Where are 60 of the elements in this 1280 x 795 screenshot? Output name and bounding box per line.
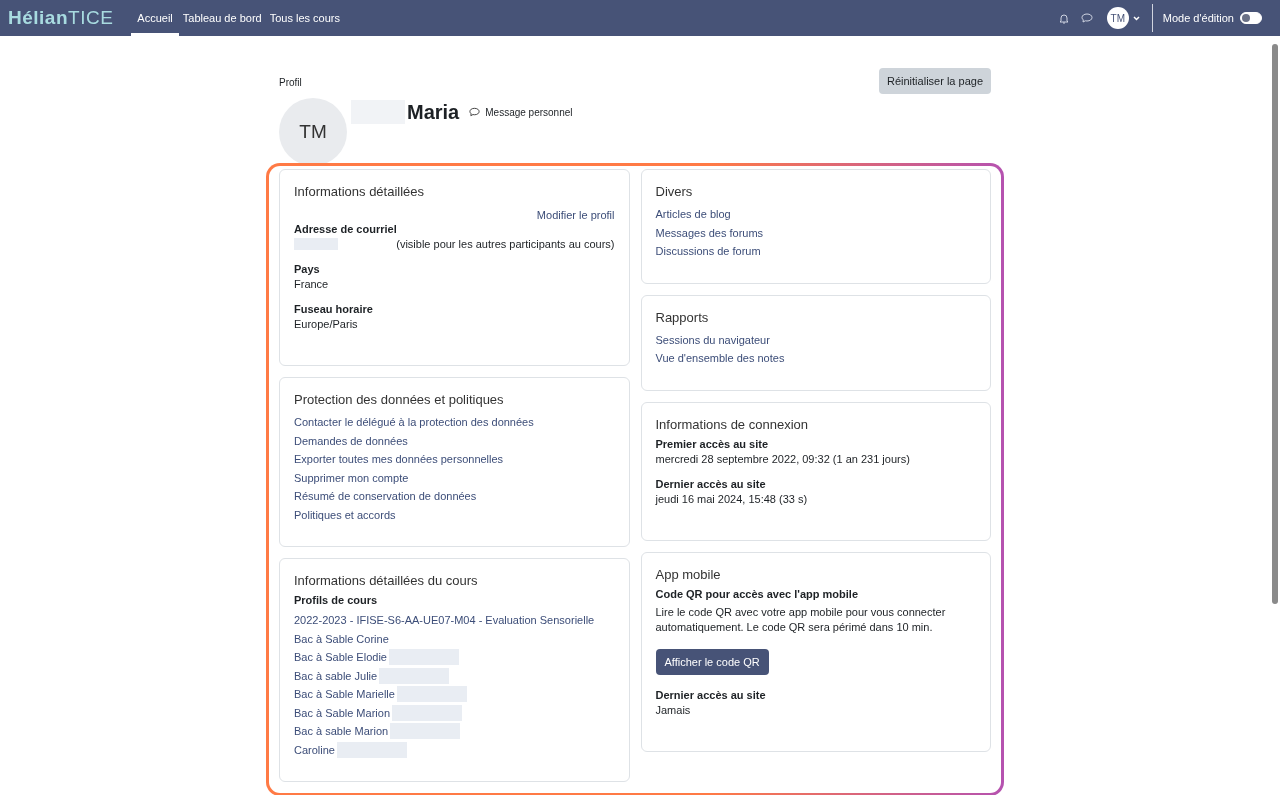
reset-page-button[interactable]: Réinitialiser la page <box>879 68 991 94</box>
field-value: jeudi 16 mai 2024, 15:48 (33 s) <box>655 492 809 505</box>
field-label: Dernier accès au site <box>655 688 767 701</box>
show-qr-button[interactable]: Afficher le code QR <box>655 648 769 675</box>
edit-mode-toggle[interactable] <box>1240 12 1262 24</box>
section-link[interactable]: Supprimer mon compte <box>294 471 409 484</box>
caret-icon[interactable] <box>1132 15 1140 21</box>
section-title: Protection des données et politiques <box>294 392 504 407</box>
section-link[interactable]: Politiques et accords <box>294 508 396 521</box>
section-title: Informations détaillées <box>294 184 425 199</box>
section-link[interactable]: Caroline <box>294 743 335 756</box>
field-note: (visible pour les autres participants au cours) <box>396 238 615 250</box>
section-link[interactable]: Bac à sable Marion <box>294 725 389 738</box>
field-label: Fuseau horaire <box>294 303 374 315</box>
field-value: Jamais <box>655 703 692 716</box>
section-link[interactable]: Vue d'ensemble des notes <box>655 352 785 365</box>
personal-message-link[interactable]: Message personnel <box>469 106 573 118</box>
notification-bell-icon[interactable] <box>1058 12 1069 24</box>
scrollbar-thumb[interactable] <box>1272 44 1278 604</box>
section-link[interactable]: Bac à Sable Marielle <box>294 688 395 701</box>
field-label: Pays <box>294 263 321 275</box>
section-link[interactable]: Contacter le délégué à la protection des données <box>294 416 534 429</box>
section-title: Informations de connexion <box>655 416 808 432</box>
profile-avatar: TM <box>279 98 347 166</box>
nav-link[interactable]: Tous les cours <box>265 0 344 36</box>
section-link[interactable]: Articles de blog <box>655 208 731 221</box>
section-title: App mobile <box>655 566 721 582</box>
field-value: mercredi 28 septembre 2022, 09:32 (1 an 231 jours) <box>655 452 911 465</box>
field-label: Adresse de courriel <box>294 223 398 235</box>
user-avatar[interactable]: TM <box>1106 7 1129 29</box>
section-link[interactable]: Messages des forums <box>655 226 764 239</box>
section-link[interactable]: Discussions de forum <box>655 245 761 258</box>
section-link[interactable]: Bac à Sable Elodie <box>294 651 387 664</box>
chat-bubble-icon <box>469 107 481 117</box>
nav-link[interactable]: Tableau de bord <box>178 0 266 36</box>
section-link[interactable]: Bac à sable Julie <box>294 669 378 682</box>
section-link[interactable]: Exporter toutes mes données personnelles <box>294 453 504 466</box>
site-logo[interactable]: HélianTICE <box>8 7 114 29</box>
nav-link[interactable]: Accueil <box>131 0 179 36</box>
section-link[interactable]: 2022-2023 - IFISE-S6-AA-UE07-M04 - Evaluation Sensorielle <box>294 614 595 627</box>
field-value: Europe/Paris <box>294 318 359 330</box>
section-title: Divers <box>655 184 693 199</box>
description-text: Lire le code QR avec votre app mobile pour vous connecter automatiquement. Le code QR sera périmé dans 10 min. <box>655 604 946 635</box>
field-label: Premier accès au site <box>655 437 770 450</box>
edit-mode-label: Mode d'édition <box>1162 12 1234 24</box>
chat-bubble-icon[interactable] <box>1080 13 1093 23</box>
section-link[interactable]: Bac à Sable Marion <box>294 706 390 719</box>
section-link[interactable]: Sessions du navigateur <box>655 333 770 346</box>
section-link[interactable]: Bac à Sable Corine <box>294 632 389 645</box>
field-label: Profils de cours <box>294 594 379 606</box>
breadcrumb-link[interactable]: Profil <box>279 77 302 88</box>
section-title: Informations détaillées du cours <box>294 573 478 588</box>
section-link[interactable]: Demandes de données <box>294 434 408 447</box>
field-label: Dernier accès au site <box>655 477 767 490</box>
profile-name: Maria <box>407 100 460 124</box>
section-link[interactable]: Résumé de conservation de données <box>294 490 477 503</box>
field-value: France <box>294 278 330 290</box>
edit-profile-link[interactable]: Modifier le profil <box>536 209 615 221</box>
field-label: Code QR pour accès avec l'app mobile <box>655 587 859 600</box>
section-title: Rapports <box>655 309 709 325</box>
